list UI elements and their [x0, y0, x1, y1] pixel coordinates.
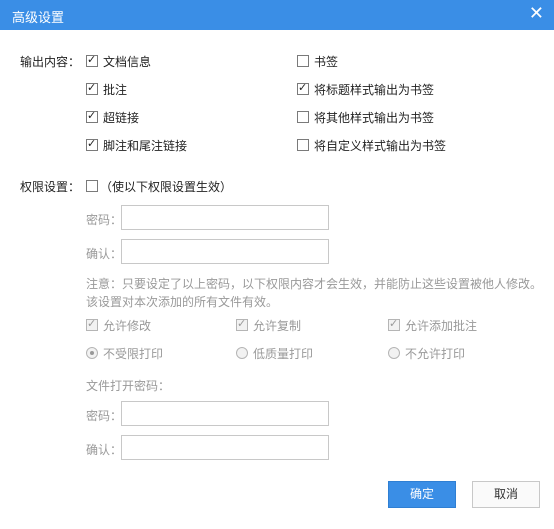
no-print-label: 不允许打印	[405, 347, 466, 361]
open-confirm-input[interactable]	[121, 435, 329, 460]
checkbox-other-style-bookmarks[interactable]	[297, 111, 309, 123]
checkbox-allow-edit[interactable]	[86, 317, 98, 331]
radio-no-print[interactable]	[388, 347, 400, 359]
permission-confirm-input[interactable]	[121, 239, 329, 264]
low-quality-print-label: 低质量打印	[253, 347, 314, 361]
checkbox-hyperlinks[interactable]	[86, 109, 98, 123]
radio-unrestricted-print[interactable]	[86, 347, 98, 359]
checkbox-allow-annotate[interactable]	[388, 317, 400, 331]
permission-note-line1: 注意：只要设定了以上密码，以下权限内容才会生效，并能防止这些设置被他人修改。	[86, 277, 543, 291]
allow-edit-label: 允许修改	[103, 319, 152, 333]
comments-label: 批注	[103, 83, 128, 97]
open-confirm-label: 确认：	[86, 443, 123, 457]
checkbox-enable-permissions[interactable]	[86, 180, 98, 192]
dialog-title-bar: 高级设置 ✕	[0, 0, 554, 30]
unrestricted-print-label: 不受限打印	[103, 347, 164, 361]
close-icon[interactable]: ✕	[529, 4, 544, 24]
checkbox-doc-info[interactable]	[86, 53, 98, 67]
custom-style-bookmarks-label: 将自定义样式输出为书签	[314, 139, 447, 153]
checkbox-custom-style-bookmarks[interactable]	[297, 139, 309, 151]
doc-info-label: 文档信息	[103, 55, 152, 69]
checkbox-allow-copy[interactable]	[236, 317, 248, 331]
open-password-section-label: 文件打开密码：	[86, 379, 171, 393]
bookmarks-label: 书签	[314, 55, 339, 69]
output-content-label: 输出内容：	[20, 55, 81, 69]
dialog-title: 高级设置	[12, 11, 65, 26]
other-style-bookmarks-label: 将其他样式输出为书签	[314, 111, 435, 125]
heading-bookmarks-label: 将标题样式输出为书签	[314, 83, 435, 97]
allow-copy-label: 允许复制	[253, 319, 302, 333]
checkbox-footnote-links[interactable]	[86, 137, 98, 151]
open-password-label: 密码：	[86, 409, 123, 423]
checkbox-comments[interactable]	[86, 81, 98, 95]
checkbox-bookmarks[interactable]	[297, 55, 309, 67]
ok-button[interactable]: 确定	[388, 481, 456, 508]
checkbox-heading-bookmarks[interactable]	[297, 81, 309, 95]
radio-low-quality-print[interactable]	[236, 347, 248, 359]
enable-permissions-label: （使以下权限设置生效）	[100, 180, 233, 194]
permission-settings-label: 权限设置：	[20, 180, 81, 194]
cancel-button[interactable]: 取消	[472, 481, 540, 508]
permission-note-line2: 该设置对本次添加的所有文件有效。	[86, 295, 279, 309]
allow-annotate-label: 允许添加批注	[405, 319, 478, 333]
footnote-links-label: 脚注和尾注链接	[103, 139, 188, 153]
hyperlinks-label: 超链接	[103, 111, 140, 125]
permission-confirm-label: 确认：	[86, 247, 123, 261]
open-password-input[interactable]	[121, 401, 329, 426]
permission-password-label: 密码：	[86, 213, 123, 227]
permission-password-input[interactable]	[121, 205, 329, 230]
